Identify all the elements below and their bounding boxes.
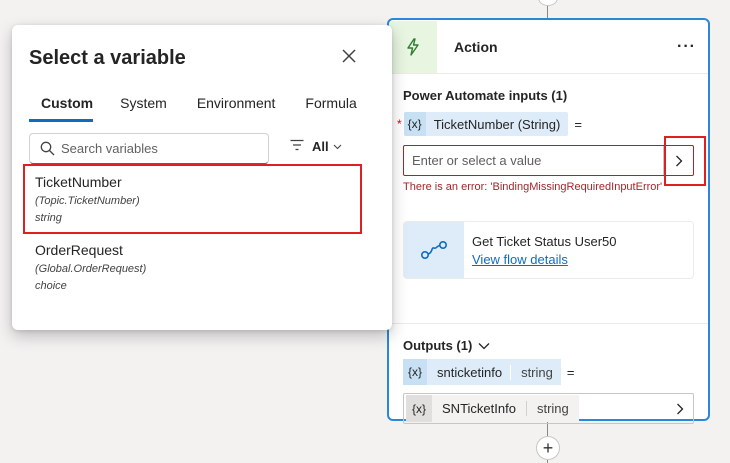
- search-icon: [40, 141, 55, 156]
- chevron-right-icon[interactable]: [667, 403, 693, 415]
- output-target-type: string: [525, 401, 579, 416]
- variable-item[interactable]: TicketNumber (Topic.TicketNumber) string: [35, 174, 140, 224]
- output-chip: {x} snticketinfo string: [403, 359, 561, 385]
- power-automate-icon: [389, 20, 437, 73]
- variable-type: string: [35, 212, 62, 224]
- variable-name: OrderRequest: [35, 242, 123, 258]
- search-box: [29, 133, 269, 164]
- required-marker: *: [397, 117, 402, 131]
- inputs-title: Power Automate inputs (1): [403, 88, 568, 103]
- search-input[interactable]: [61, 141, 268, 156]
- flow-name: Get Ticket Status User50: [472, 233, 617, 249]
- filter-icon: [290, 139, 304, 154]
- filter-label: All: [312, 139, 329, 154]
- error-message: There is an error: 'BindingMissingRequir…: [403, 181, 663, 193]
- action-card: Action ··· Power Automate inputs (1) * {…: [387, 18, 710, 424]
- select-variable-popup: Select a variable Custom System Environm…: [12, 25, 392, 330]
- view-flow-details-link[interactable]: View flow details: [472, 252, 617, 267]
- variable-scope: (Topic.TicketNumber): [35, 195, 140, 207]
- variable-icon: {x}: [403, 359, 428, 385]
- select-variable-button[interactable]: [663, 146, 693, 175]
- variable-scope: (Global.OrderRequest): [35, 263, 147, 275]
- equals-sign: =: [566, 364, 575, 380]
- chevron-down-icon: [333, 144, 342, 150]
- value-input-placeholder: Enter or select a value: [412, 153, 542, 168]
- param-row: * {x} TicketNumber (String) =: [397, 112, 694, 136]
- tab-environment[interactable]: Environment: [194, 95, 279, 122]
- variable-type: choice: [35, 280, 67, 292]
- connector-node-top: [538, 0, 558, 6]
- param-chip: {x} TicketNumber (String): [403, 112, 569, 136]
- flow-text: Get Ticket Status User50 View flow detai…: [472, 234, 617, 267]
- variable-name: TicketNumber: [35, 174, 122, 190]
- param-label: TicketNumber (String): [433, 116, 561, 132]
- action-header: Action ···: [389, 20, 708, 74]
- equals-sign: =: [574, 116, 582, 132]
- add-node-button[interactable]: +: [536, 436, 560, 460]
- tab-formula[interactable]: Formula: [302, 95, 359, 122]
- value-input[interactable]: Enter or select a value: [403, 145, 694, 176]
- variable-tabs: Custom System Environment Formula: [29, 95, 384, 122]
- variable-item[interactable]: OrderRequest (Global.OrderRequest) choic…: [35, 242, 146, 292]
- close-icon[interactable]: [340, 47, 358, 65]
- chevron-down-icon: [478, 338, 490, 353]
- output-type: string: [510, 364, 561, 380]
- chevron-right-icon: [675, 155, 682, 166]
- output-target-name: SNTicketInfo: [442, 401, 516, 416]
- inputs-section: Power Automate inputs (1) * {x} TicketNu…: [389, 74, 708, 324]
- variable-icon: {x}: [403, 112, 426, 136]
- flow-card: Get Ticket Status User50 View flow detai…: [403, 221, 694, 279]
- output-row: {x} snticketinfo string =: [403, 359, 694, 385]
- popup-title: Select a variable: [29, 47, 186, 69]
- more-options-button[interactable]: ···: [677, 38, 696, 56]
- outputs-title: Outputs (1): [403, 338, 473, 353]
- variable-icon: {x}: [406, 395, 433, 422]
- flow-icon: [404, 222, 464, 278]
- filter-dropdown[interactable]: All: [290, 139, 342, 154]
- outputs-section: Outputs (1) {x} snticketinfo string = {x…: [389, 324, 708, 424]
- tab-system[interactable]: System: [117, 95, 170, 122]
- action-title: Action: [454, 38, 498, 55]
- outputs-toggle[interactable]: Outputs (1): [403, 338, 694, 353]
- output-target-chip: {x} SNTicketInfo string: [406, 395, 579, 422]
- output-name: snticketinfo: [437, 364, 503, 380]
- output-target-select[interactable]: {x} SNTicketInfo string: [403, 393, 694, 424]
- tab-custom[interactable]: Custom: [29, 95, 94, 122]
